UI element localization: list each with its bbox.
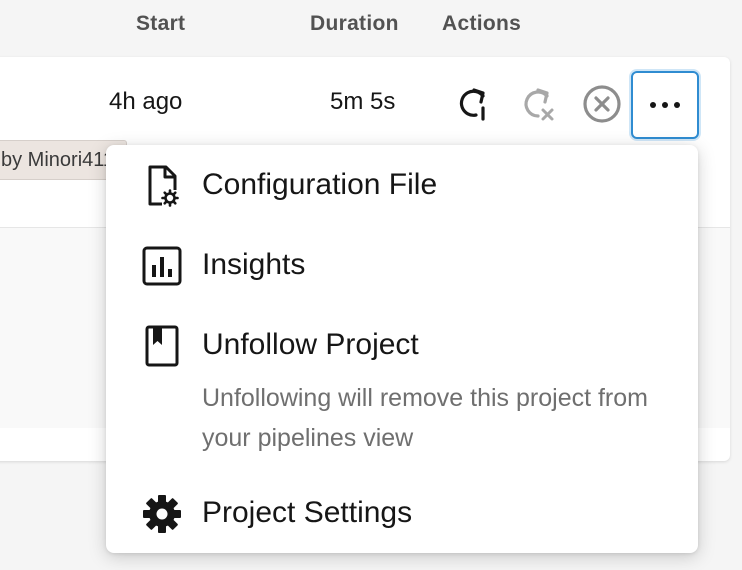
menu-item-description: Unfollowing will remove this project fro… bbox=[202, 384, 648, 452]
more-options-button[interactable] bbox=[631, 71, 699, 139]
menu-item-project-settings[interactable]: Project Settings bbox=[106, 489, 698, 549]
more-options-dot bbox=[662, 102, 668, 108]
cancel-button[interactable] bbox=[582, 84, 622, 124]
menu-item-insights[interactable]: Insights bbox=[106, 243, 698, 303]
start-time: 4h ago bbox=[109, 88, 183, 115]
more-options-icon bbox=[650, 102, 656, 108]
more-options-dot bbox=[674, 102, 680, 108]
column-header-actions: Actions bbox=[442, 12, 522, 35]
menu-item-label: Unfollow Project bbox=[202, 328, 419, 361]
duration-value: 5m 5s bbox=[330, 88, 396, 115]
menu-item-label: Configuration File bbox=[202, 168, 438, 201]
insights-icon bbox=[140, 244, 184, 288]
column-header-start[interactable]: Start bbox=[136, 12, 185, 36]
column-header-duration[interactable]: Duration bbox=[310, 12, 399, 36]
more-options-menu: Configuration File Insights Unfollow Pro… bbox=[106, 145, 698, 553]
cancel-icon bbox=[583, 85, 621, 123]
rerun-failed-icon bbox=[524, 88, 554, 121]
menu-item-unfollow-project[interactable]: Unfollow Project Unfollowing will remove… bbox=[106, 322, 698, 472]
rerun-button[interactable] bbox=[454, 84, 494, 124]
pipelines-page: Start Duration Actions 4h ago 5m 5s by M… bbox=[0, 0, 742, 570]
bookmark-icon bbox=[140, 324, 184, 368]
config-file-icon bbox=[140, 164, 184, 208]
rerun-failed-button[interactable] bbox=[518, 84, 558, 124]
menu-item-label: Insights bbox=[202, 248, 306, 281]
menu-item-label: Project Settings bbox=[202, 496, 413, 529]
rerun-icon bbox=[459, 88, 485, 121]
menu-item-configuration-file[interactable]: Configuration File bbox=[106, 163, 698, 223]
gear-icon bbox=[140, 492, 184, 536]
